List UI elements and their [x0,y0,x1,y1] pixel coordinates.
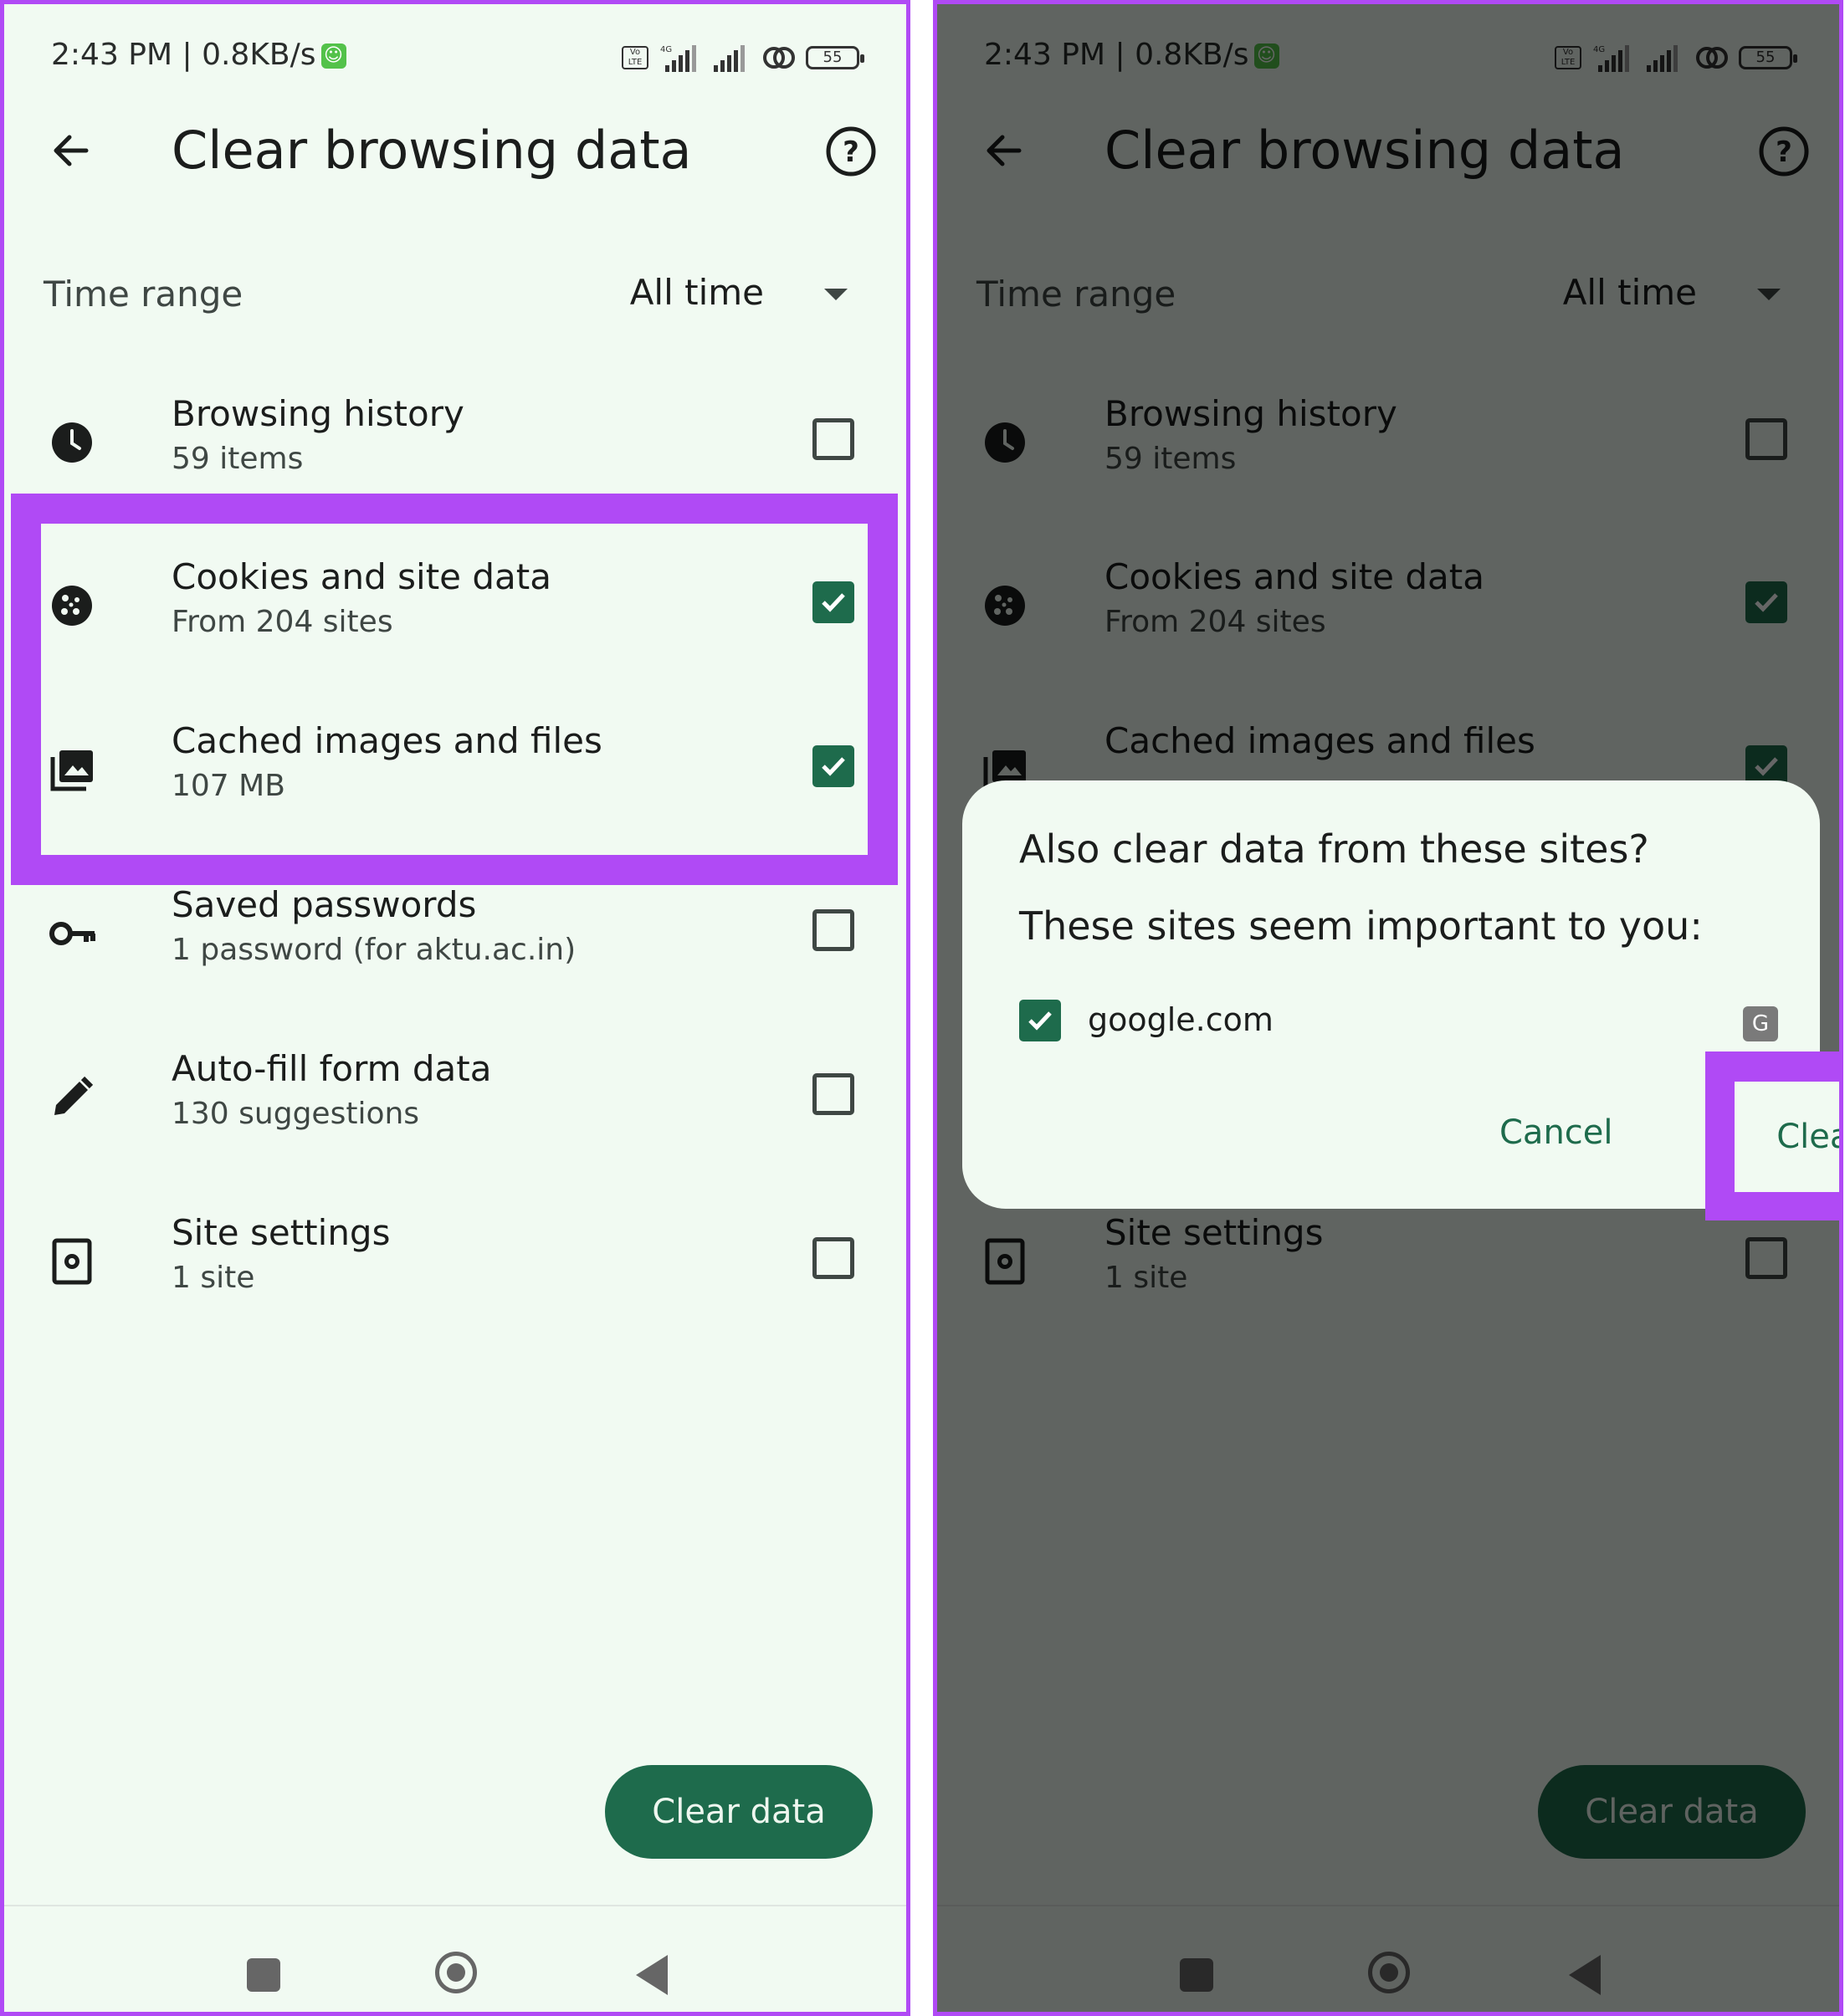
item-autofill[interactable]: Auto-fill form data 130 suggestions [4,1040,906,1157]
site-settings-icon [52,1238,92,1285]
item-title: Saved passwords [172,884,477,925]
item-title: Site settings [172,1212,391,1253]
site-checkbox[interactable] [1019,1000,1061,1041]
status-icons: VoLTE 4G 55 [622,43,864,73]
browsing-history-checkbox[interactable] [812,418,854,460]
item-browsing-history[interactable]: Browsing history 59 items [4,385,906,502]
item-subtitle: 1 site [172,1261,255,1295]
checkmark-icon [1028,1011,1052,1031]
time-range-label: Time range [44,274,243,315]
site-settings-checkbox[interactable] [812,1237,854,1279]
key-icon [49,922,95,945]
status-time: 2:43 PM | 0.8KB/s☺ [51,38,346,72]
signal-4g-icon: 4G [660,45,696,72]
item-subtitle: 130 suggestions [172,1097,420,1131]
status-bar: 2:43 PM | 0.8KB/s☺ VoLTE 4G 55 [51,38,864,79]
dialog-title: Also clear data from these sites? [1019,826,1649,872]
cancel-button[interactable]: Cancel [1499,1113,1613,1152]
app-bar: Clear browsing data ? [4,105,906,197]
battery-icon: 55 [806,46,864,69]
item-saved-passwords[interactable]: Saved passwords 1 password (for aktu.ac.… [4,876,906,993]
signal-icon [714,45,745,72]
recents-icon[interactable] [247,1958,280,1992]
clear-data-button[interactable]: Clear data [605,1765,873,1859]
pencil-icon [54,1076,94,1115]
dropdown-arrow-icon[interactable] [824,289,848,300]
google-favicon-icon: G [1743,1006,1778,1041]
nav-bar [4,1905,906,2012]
confirm-dialog: Also clear data from these sites? These … [962,780,1820,1209]
page-title: Clear browsing data [172,120,692,181]
clock-icon [52,422,92,463]
item-title: Browsing history [172,393,464,434]
saved-passwords-checkbox[interactable] [812,909,854,951]
dialog-subtitle: These sites seem important to you: [1019,903,1703,949]
help-icon[interactable]: ? [824,125,878,178]
clear-button[interactable]: Clear [1735,1082,1839,1192]
selection-highlight [11,494,898,885]
site-name: google.com [1088,1001,1274,1038]
autofill-checkbox[interactable] [812,1073,854,1115]
home-icon[interactable] [435,1952,477,1993]
back-icon[interactable] [636,1955,668,1995]
item-subtitle: 59 items [172,442,304,476]
site-row[interactable]: google.com G [1019,1000,1778,1050]
left-screen: 2:43 PM | 0.8KB/s ☺ Vo LTE 4G 55 Clear bro… [0,0,910,2016]
svg-text:?: ? [843,136,859,169]
app-notification-icon: ☺ [320,43,346,69]
item-subtitle: 1 password (for aktu.ac.in) [172,933,577,967]
item-site-settings[interactable]: Site settings 1 site [4,1204,906,1321]
hotspot-icon [763,47,795,69]
time-range-value[interactable]: All time [630,272,764,313]
svg-text:4G: 4G [660,45,672,54]
right-screen: 2:43 PM | 0.8KB/s☺ VoLTE 4G 55 Clear bro… [933,0,1843,2016]
item-title: Auto-fill form data [172,1048,492,1089]
volte-icon: VoLTE [622,46,648,69]
back-arrow-icon[interactable] [46,125,96,176]
time-range-row[interactable]: Time range All time [4,264,906,330]
